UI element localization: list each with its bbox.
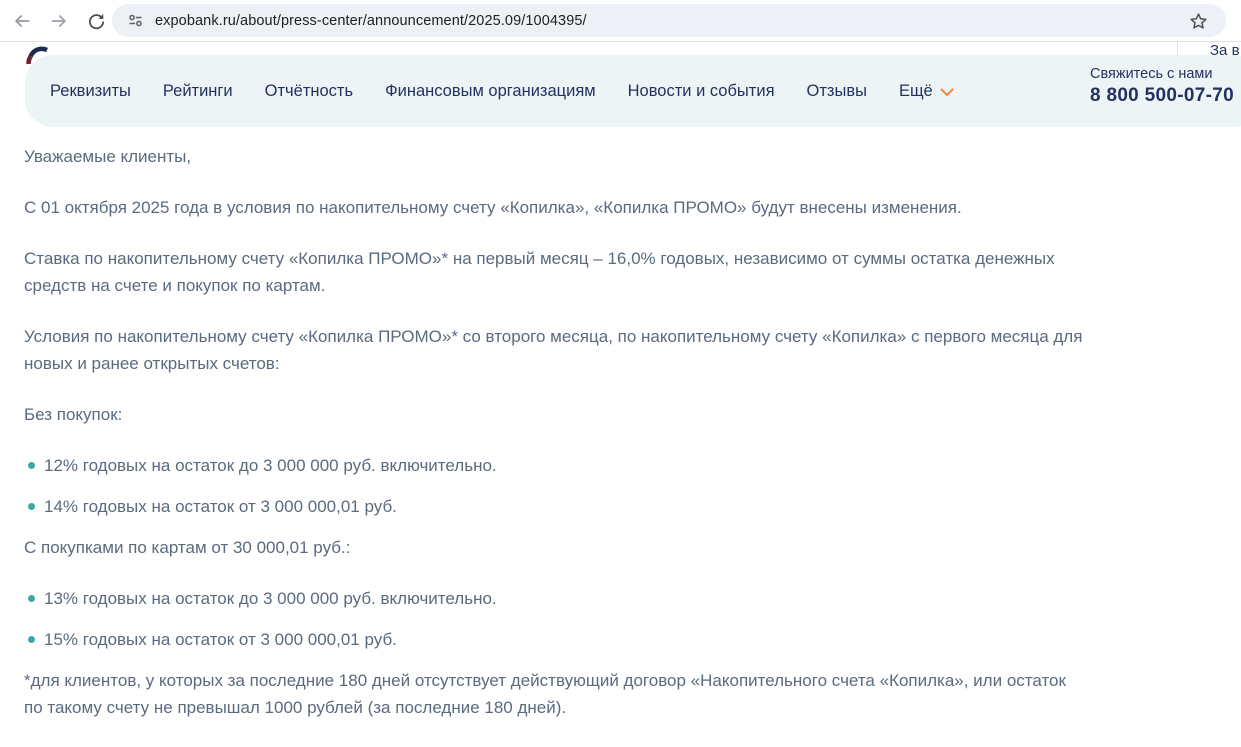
site-settings-icon[interactable] [124, 10, 146, 32]
nav-item-more[interactable]: Ещё [899, 82, 954, 101]
nav-item-otzyvy[interactable]: Отзывы [807, 82, 867, 101]
browser-toolbar: expobank.ru/about/press-center/announcem… [0, 0, 1241, 42]
reload-icon [87, 12, 106, 31]
nav-item-finansovym-organizatsiyam[interactable]: Финансовым организациям [385, 82, 596, 101]
list-item: 14% годовых на остаток от 3 000 000,01 р… [24, 493, 1089, 520]
contact-block: Свяжитесь с нами 8 800 500-07-70 [1090, 66, 1241, 107]
forward-arrow-icon [49, 11, 69, 31]
with-purchases-heading: С покупками по картам от 30 000,01 руб.: [24, 534, 1089, 561]
nav-item-novosti-i-sobytiya[interactable]: Новости и события [628, 82, 775, 101]
footnote-paragraph: *для клиентов, у которых за последние 18… [24, 667, 1089, 721]
address-bar[interactable]: expobank.ru/about/press-center/announcem… [112, 4, 1226, 37]
announcement-article: Уважаемые клиенты, С 01 октября 2025 год… [0, 127, 1241, 721]
nav-item-more-label: Ещё [899, 82, 933, 101]
list-item: 15% годовых на остаток от 3 000 000,01 р… [24, 626, 1089, 653]
intro-paragraph: С 01 октября 2025 года в условия по нако… [24, 194, 1089, 221]
url-text[interactable]: expobank.ru/about/press-center/announcem… [155, 13, 587, 29]
nav-item-reytingi[interactable]: Рейтинги [163, 82, 233, 101]
conditions-paragraph: Условия по накопительному счету «Копилка… [24, 323, 1089, 377]
promo-rate-paragraph: Ставка по накопительному счету «Копилка … [24, 245, 1089, 299]
no-purchases-list: 12% годовых на остаток до 3 000 000 руб.… [24, 452, 1089, 520]
chevron-down-icon [940, 88, 954, 97]
contact-phone[interactable]: 8 800 500-07-70 [1090, 85, 1241, 107]
greeting-paragraph: Уважаемые клиенты, [24, 143, 1089, 170]
list-item: 13% годовых на остаток до 3 000 000 руб.… [24, 585, 1089, 612]
browser-back-button[interactable] [10, 9, 34, 33]
no-purchases-heading: Без покупок: [24, 401, 1089, 428]
back-arrow-icon [12, 11, 32, 31]
bookmark-star-icon[interactable] [1186, 9, 1210, 33]
nav-menu: Реквизиты Рейтинги Отчётность Финансовым… [50, 82, 954, 101]
browser-reload-button[interactable] [84, 9, 108, 33]
browser-forward-button[interactable] [47, 9, 71, 33]
nav-item-rekvizity[interactable]: Реквизиты [50, 82, 131, 101]
with-purchases-list: 13% годовых на остаток до 3 000 000 руб.… [24, 585, 1089, 653]
list-item: 12% годовых на остаток до 3 000 000 руб.… [24, 452, 1089, 479]
site-navigation-bar: Реквизиты Рейтинги Отчётность Финансовым… [25, 55, 1241, 127]
contact-label: Свяжитесь с нами [1090, 66, 1241, 82]
nav-item-otchetnost[interactable]: Отчётность [265, 82, 353, 101]
